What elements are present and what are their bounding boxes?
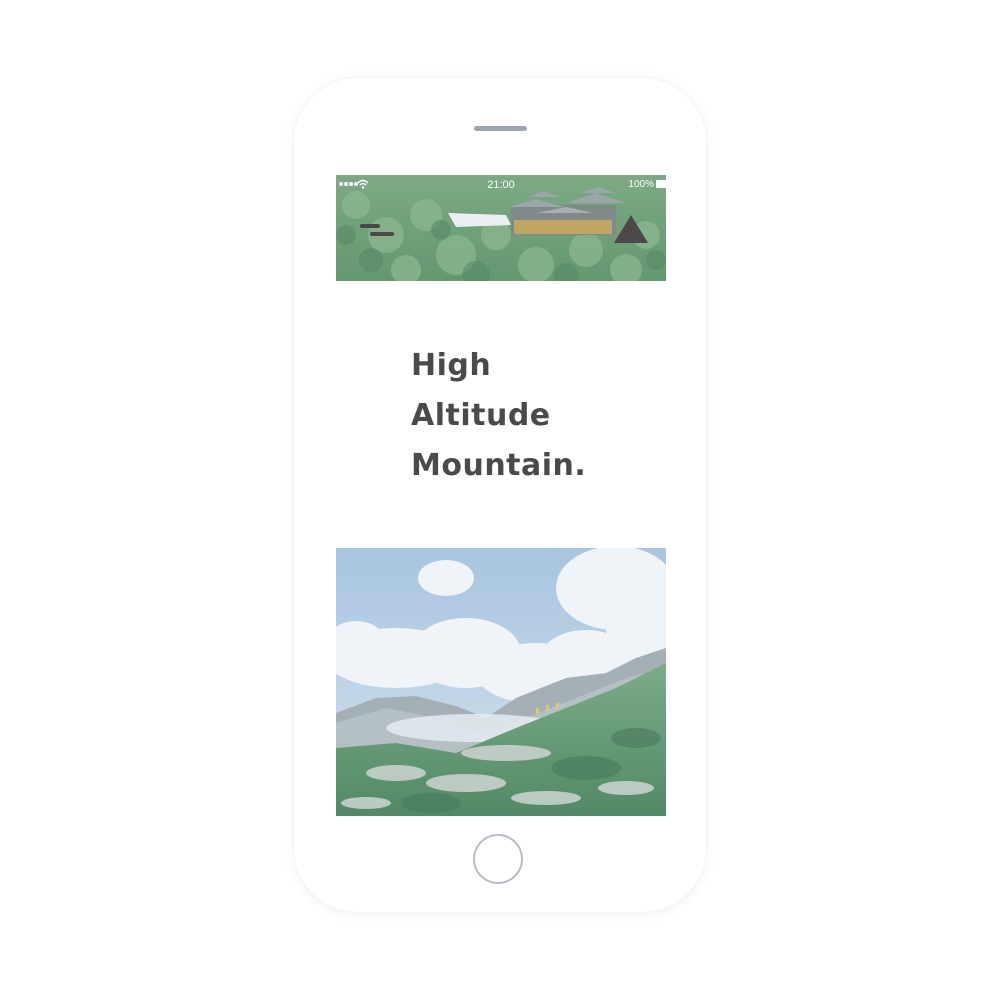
mountain-landscape-image	[336, 548, 666, 816]
status-time: 21:00	[487, 179, 515, 191]
hero-image: 21:00 100%	[336, 175, 666, 281]
canvas: 21:00 100% High Altitude Mountain.	[0, 0, 1000, 1000]
status-bar: 21:00 100%	[336, 175, 666, 193]
headline-line-3: Mountain.	[411, 448, 587, 483]
phone-frame: 21:00 100% High Altitude Mountain.	[294, 78, 706, 912]
phone-speaker	[474, 126, 527, 131]
headline-line-2: Altitude	[411, 398, 551, 433]
mountain-photo	[336, 548, 666, 816]
mountain-logo-icon[interactable]	[612, 213, 650, 245]
battery-icon	[656, 180, 666, 188]
headline-line-1: High	[411, 348, 492, 383]
menu-icon[interactable]	[358, 223, 398, 243]
phone-screen: 21:00 100% High Altitude Mountain.	[336, 175, 666, 818]
battery-percentage: 100%	[628, 179, 654, 190]
page-title: High Altitude Mountain.	[411, 341, 586, 491]
home-button[interactable]	[473, 834, 523, 884]
